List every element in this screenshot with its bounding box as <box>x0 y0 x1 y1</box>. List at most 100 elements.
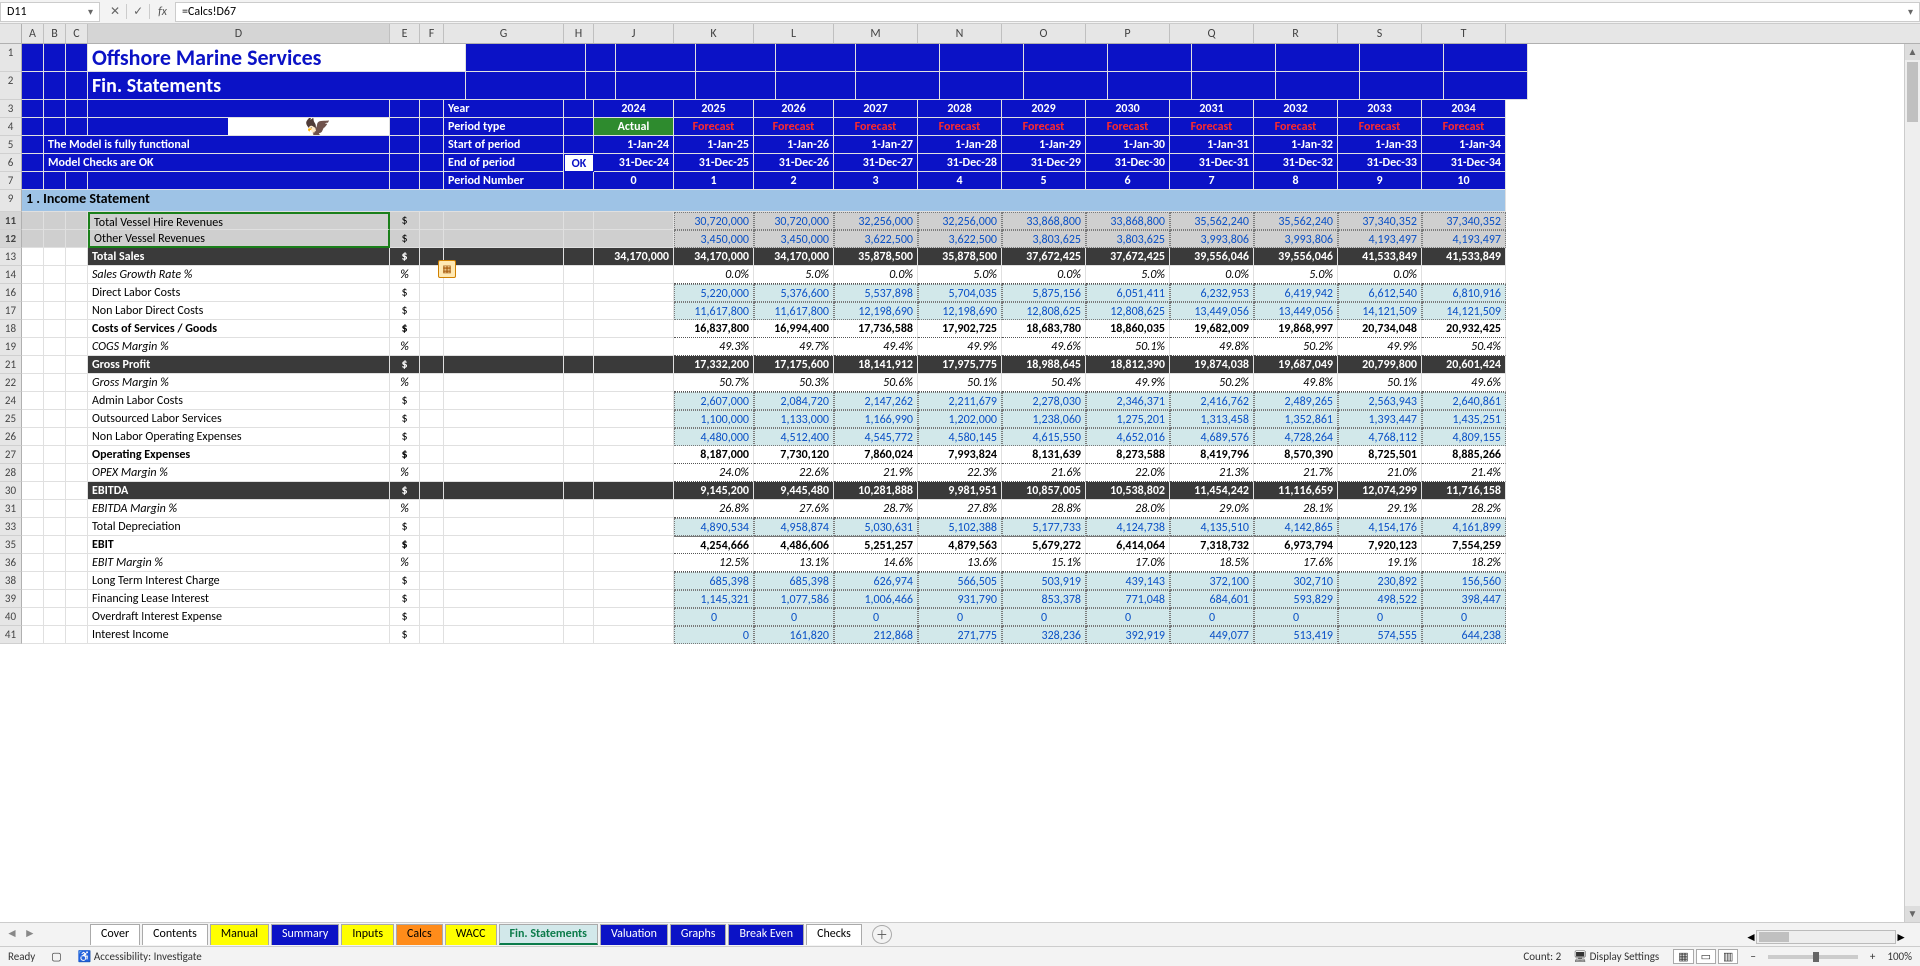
cell[interactable] <box>564 428 594 446</box>
cell[interactable] <box>444 482 564 500</box>
cell[interactable] <box>444 608 564 626</box>
value-cell[interactable] <box>594 320 674 338</box>
value-cell[interactable]: 21.3% <box>1170 464 1254 482</box>
cell[interactable] <box>444 230 564 248</box>
cell[interactable] <box>586 72 616 100</box>
view-buttons[interactable]: ▦▭▥ <box>1671 950 1738 963</box>
value-cell[interactable]: 5,679,272 <box>1002 536 1086 554</box>
value-cell[interactable]: 11,617,800 <box>674 302 754 320</box>
value-cell[interactable]: 0 <box>1086 608 1170 626</box>
value-cell[interactable]: 16,837,800 <box>674 320 754 338</box>
value-cell[interactable]: 12,074,299 <box>1338 482 1422 500</box>
value-cell[interactable]: 2,346,371 <box>1086 392 1170 410</box>
smart-tag-icon[interactable]: ▦ <box>438 260 456 278</box>
value-cell[interactable]: 29.1% <box>1338 500 1422 518</box>
value-cell[interactable]: 50.7% <box>674 374 754 392</box>
cell[interactable] <box>564 410 594 428</box>
value-cell[interactable]: 19,868,997 <box>1254 320 1338 338</box>
cell[interactable] <box>776 72 856 100</box>
cell[interactable] <box>444 464 564 482</box>
value-cell[interactable]: 4,161,899 <box>1422 518 1506 536</box>
value-cell[interactable]: 22.6% <box>754 464 834 482</box>
cell[interactable] <box>22 44 44 72</box>
vertical-scrollbar[interactable]: ▲ ▼ <box>1904 44 1920 922</box>
value-cell[interactable]: 212,868 <box>834 626 918 644</box>
value-cell[interactable] <box>594 428 674 446</box>
accept-formula-icon[interactable]: ✓ <box>127 4 150 19</box>
value-cell[interactable]: 566,505 <box>918 572 1002 590</box>
cell[interactable] <box>66 284 88 302</box>
value-cell[interactable]: 3,622,500 <box>834 230 918 248</box>
line-label[interactable]: EBIT <box>88 536 390 554</box>
triangle-right-icon[interactable]: ► <box>1895 930 1907 945</box>
sheet-tab-cover[interactable]: Cover <box>90 924 140 945</box>
cell[interactable] <box>66 72 88 100</box>
chevron-down-icon[interactable]: ▾ <box>1908 5 1913 18</box>
value-cell[interactable]: 1,006,466 <box>834 590 918 608</box>
value-cell[interactable]: 37,672,425 <box>1002 248 1086 266</box>
value-cell[interactable]: 2,211,679 <box>918 392 1002 410</box>
macro-record-icon[interactable]: ▢ <box>51 950 61 963</box>
cell[interactable] <box>22 284 44 302</box>
col-header-A[interactable]: A <box>22 24 44 43</box>
value-cell[interactable]: 29.0% <box>1170 500 1254 518</box>
cell[interactable] <box>44 320 66 338</box>
value-cell[interactable]: 8,885,266 <box>1422 446 1506 464</box>
value-cell[interactable]: 4,615,550 <box>1002 428 1086 446</box>
sheet-tab-contents[interactable]: Contents <box>142 924 208 945</box>
cell[interactable] <box>420 230 444 248</box>
value-cell[interactable]: 771,048 <box>1086 590 1170 608</box>
value-cell[interactable]: 0 <box>674 626 754 644</box>
value-cell[interactable]: 1,202,000 <box>918 410 1002 428</box>
cell[interactable] <box>564 374 594 392</box>
value-cell[interactable]: 22.0% <box>1086 464 1170 482</box>
line-label[interactable]: Operating Expenses <box>88 446 390 464</box>
cell[interactable] <box>564 554 594 572</box>
value-cell[interactable]: 50.4% <box>1002 374 1086 392</box>
value-cell[interactable]: 18,988,645 <box>1002 356 1086 374</box>
cell[interactable] <box>22 320 44 338</box>
cell[interactable] <box>444 428 564 446</box>
row-header[interactable]: 31 <box>0 500 22 518</box>
value-cell[interactable] <box>594 266 674 284</box>
value-cell[interactable] <box>594 536 674 554</box>
cell[interactable] <box>420 356 444 374</box>
cell[interactable] <box>22 428 44 446</box>
cell[interactable] <box>66 572 88 590</box>
col-header-J[interactable]: J <box>594 24 674 43</box>
cell[interactable] <box>940 72 1024 100</box>
value-cell[interactable]: 39,556,046 <box>1170 248 1254 266</box>
cell[interactable] <box>420 284 444 302</box>
value-cell[interactable]: 49.6% <box>1002 338 1086 356</box>
cell[interactable] <box>444 626 564 644</box>
row-header[interactable]: 2 <box>0 72 22 100</box>
value-cell[interactable]: 5,376,600 <box>754 284 834 302</box>
row-header[interactable]: 6 <box>0 154 22 172</box>
value-cell[interactable]: 19,874,038 <box>1170 356 1254 374</box>
cell[interactable] <box>564 626 594 644</box>
value-cell[interactable]: 28.8% <box>1002 500 1086 518</box>
cell[interactable] <box>44 100 66 118</box>
cell[interactable] <box>44 446 66 464</box>
value-cell[interactable]: 11,454,242 <box>1170 482 1254 500</box>
line-label[interactable]: Outsourced Labor Services <box>88 410 390 428</box>
cell[interactable] <box>1024 44 1108 72</box>
value-cell[interactable]: 7,554,259 <box>1422 536 1506 554</box>
cell[interactable] <box>564 608 594 626</box>
value-cell[interactable]: 4,768,112 <box>1338 428 1422 446</box>
value-cell[interactable]: 2,084,720 <box>754 392 834 410</box>
sheet-tab-break-even[interactable]: Break Even <box>728 924 804 945</box>
value-cell[interactable]: 644,238 <box>1422 626 1506 644</box>
value-cell[interactable]: 4,652,016 <box>1086 428 1170 446</box>
value-cell[interactable] <box>594 446 674 464</box>
cell[interactable] <box>1360 44 1444 72</box>
cell[interactable] <box>22 374 44 392</box>
row-header[interactable]: 36 <box>0 554 22 572</box>
value-cell[interactable]: 4,135,510 <box>1170 518 1254 536</box>
cell[interactable] <box>1276 44 1360 72</box>
scroll-thumb[interactable] <box>1759 932 1789 942</box>
cell[interactable] <box>1444 72 1528 100</box>
value-cell[interactable]: 19.1% <box>1338 554 1422 572</box>
value-cell[interactable]: 449,077 <box>1170 626 1254 644</box>
cell[interactable] <box>66 248 88 266</box>
